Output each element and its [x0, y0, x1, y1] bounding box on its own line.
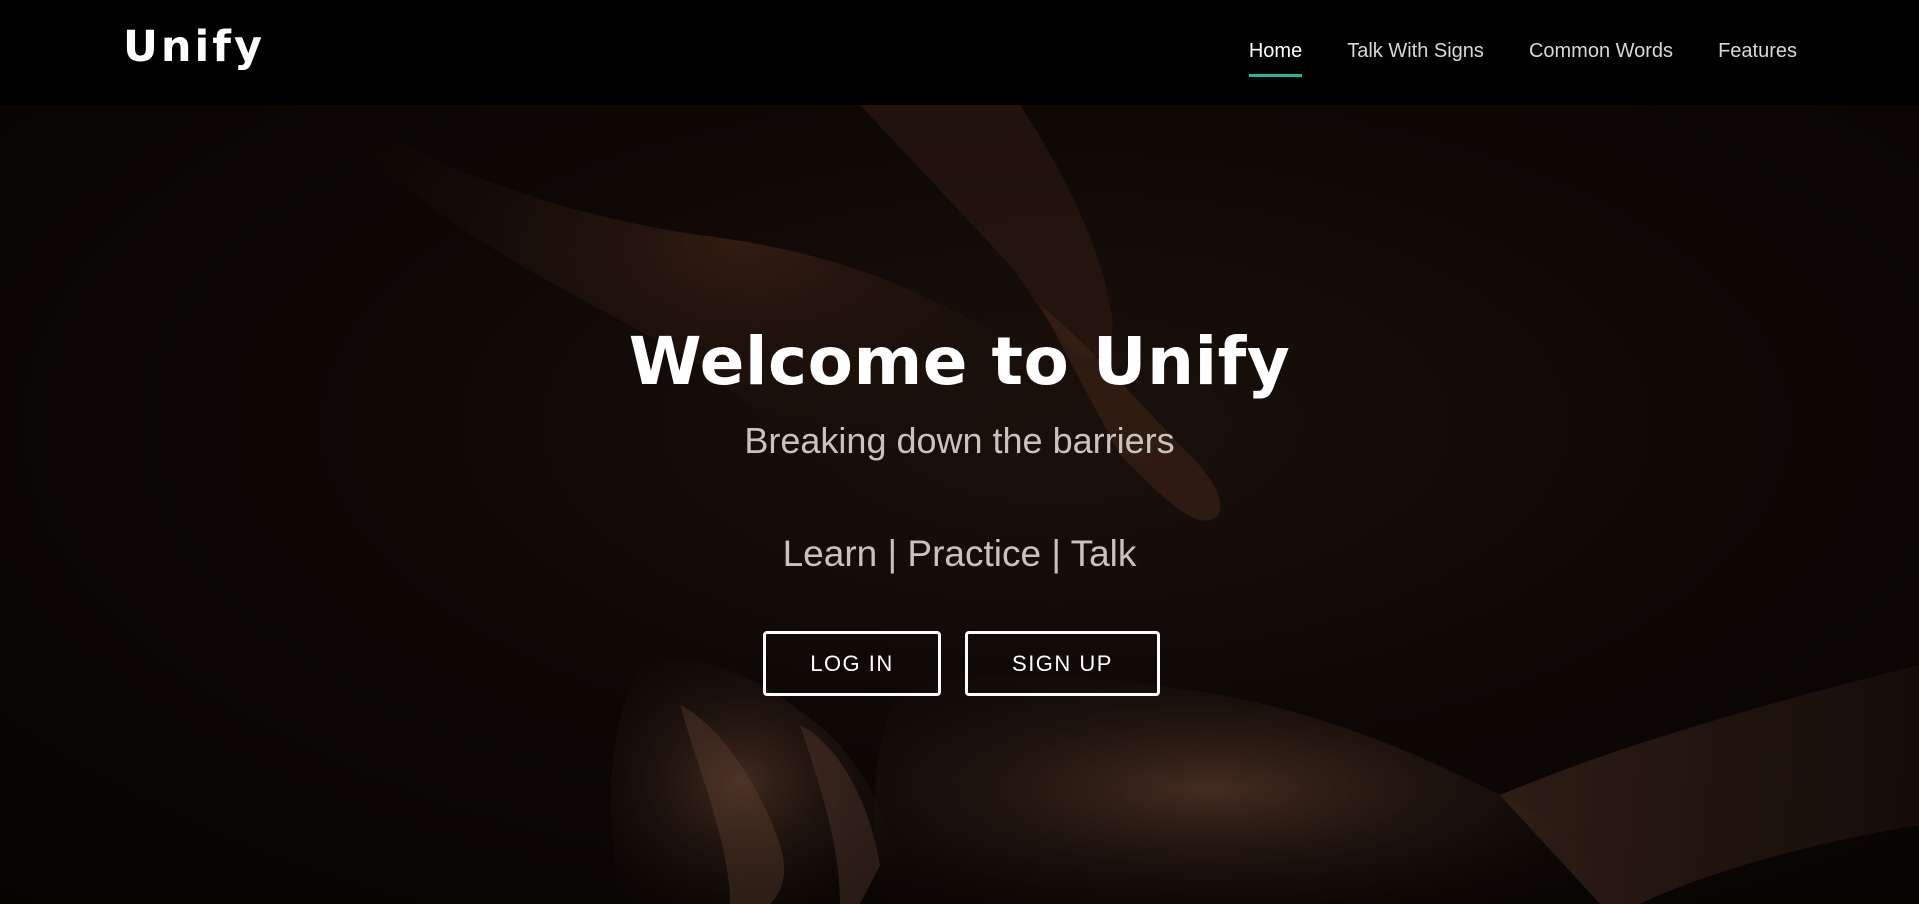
nav-item-label: Talk With Signs [1347, 40, 1484, 62]
nav-item-home[interactable]: Home [1248, 40, 1303, 77]
nav-item-label: Home [1248, 40, 1303, 62]
nav-item-talk-with-signs[interactable]: Talk With Signs [1347, 40, 1484, 77]
hero-title: Welcome to Unify [628, 323, 1291, 400]
navbar: Unify Home Talk With Signs Common Words … [0, 0, 1919, 105]
nav-item-label: Features [1718, 40, 1797, 62]
page: Unify Home Talk With Signs Common Words … [0, 0, 1919, 904]
hero-subtitle: Breaking down the barriers [744, 420, 1175, 461]
nav-item-features[interactable]: Features [1718, 40, 1797, 77]
brand-logo[interactable]: Unify [123, 22, 265, 72]
hero-content: Welcome to Unify Breaking down the barri… [0, 105, 1919, 904]
hero-tagline: Learn | Practice | Talk [782, 533, 1137, 574]
active-indicator [1248, 74, 1303, 77]
nav-links: Home Talk With Signs Common Words Featur… [1248, 40, 1797, 77]
hero-buttons: LOG IN SIGN UP [0, 631, 1919, 696]
login-button[interactable]: LOG IN [763, 631, 941, 696]
nav-item-label: Common Words [1528, 40, 1674, 62]
signup-button[interactable]: SIGN UP [965, 631, 1160, 696]
nav-item-common-words[interactable]: Common Words [1529, 40, 1673, 77]
